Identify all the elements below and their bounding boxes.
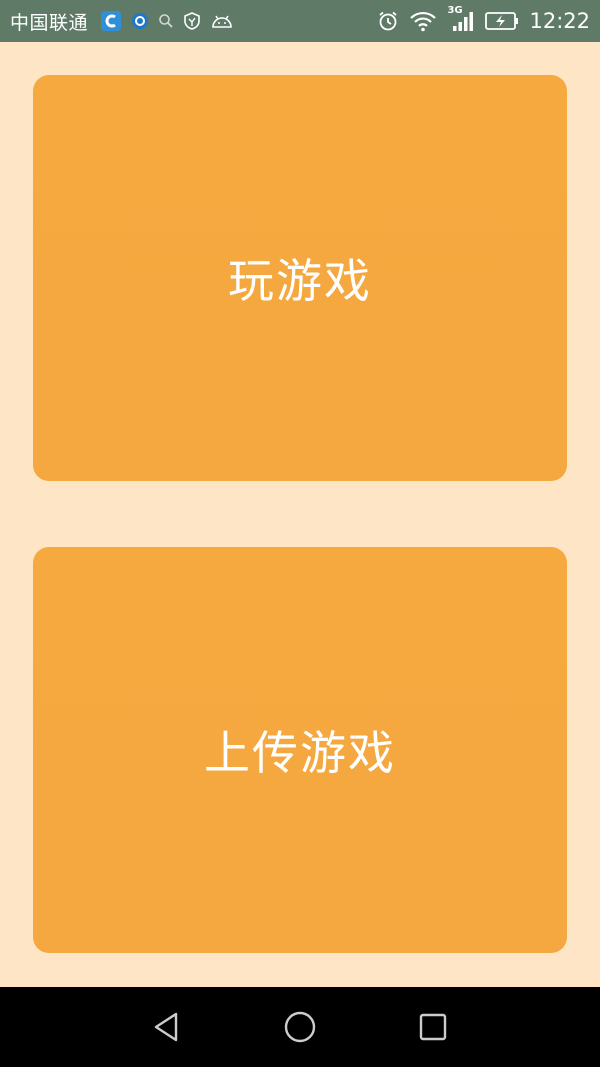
main-content: 玩游戏 上传游戏 <box>0 42 600 987</box>
status-left: 中国联通 <box>10 8 234 35</box>
upload-game-button[interactable]: 上传游戏 <box>33 547 567 953</box>
status-bar: 中国联通 3G 12:22 <box>0 0 600 42</box>
app-notification-icon <box>130 11 150 31</box>
battery-icon <box>485 11 519 31</box>
wifi-icon <box>409 10 437 32</box>
upload-game-label: 上传游戏 <box>204 726 396 780</box>
search-icon <box>158 13 174 29</box>
play-game-label: 玩游戏 <box>228 254 372 308</box>
recent-apps-icon[interactable] <box>413 1007 453 1047</box>
shield-icon <box>182 11 202 31</box>
status-right: 3G 12:22 <box>367 5 590 33</box>
signal-icon: 3G <box>447 5 475 33</box>
browser-app-icon <box>100 10 122 32</box>
navigation-bar <box>0 987 600 1067</box>
play-game-button[interactable]: 玩游戏 <box>33 75 567 481</box>
carrier-name: 中国联通 <box>10 11 89 34</box>
home-icon[interactable] <box>280 1007 320 1047</box>
android-icon <box>210 12 234 30</box>
alarm-icon <box>377 10 399 32</box>
status-clock: 12:22 <box>529 9 590 33</box>
network-type-label: 3G <box>447 5 463 16</box>
back-icon[interactable] <box>146 1007 186 1047</box>
